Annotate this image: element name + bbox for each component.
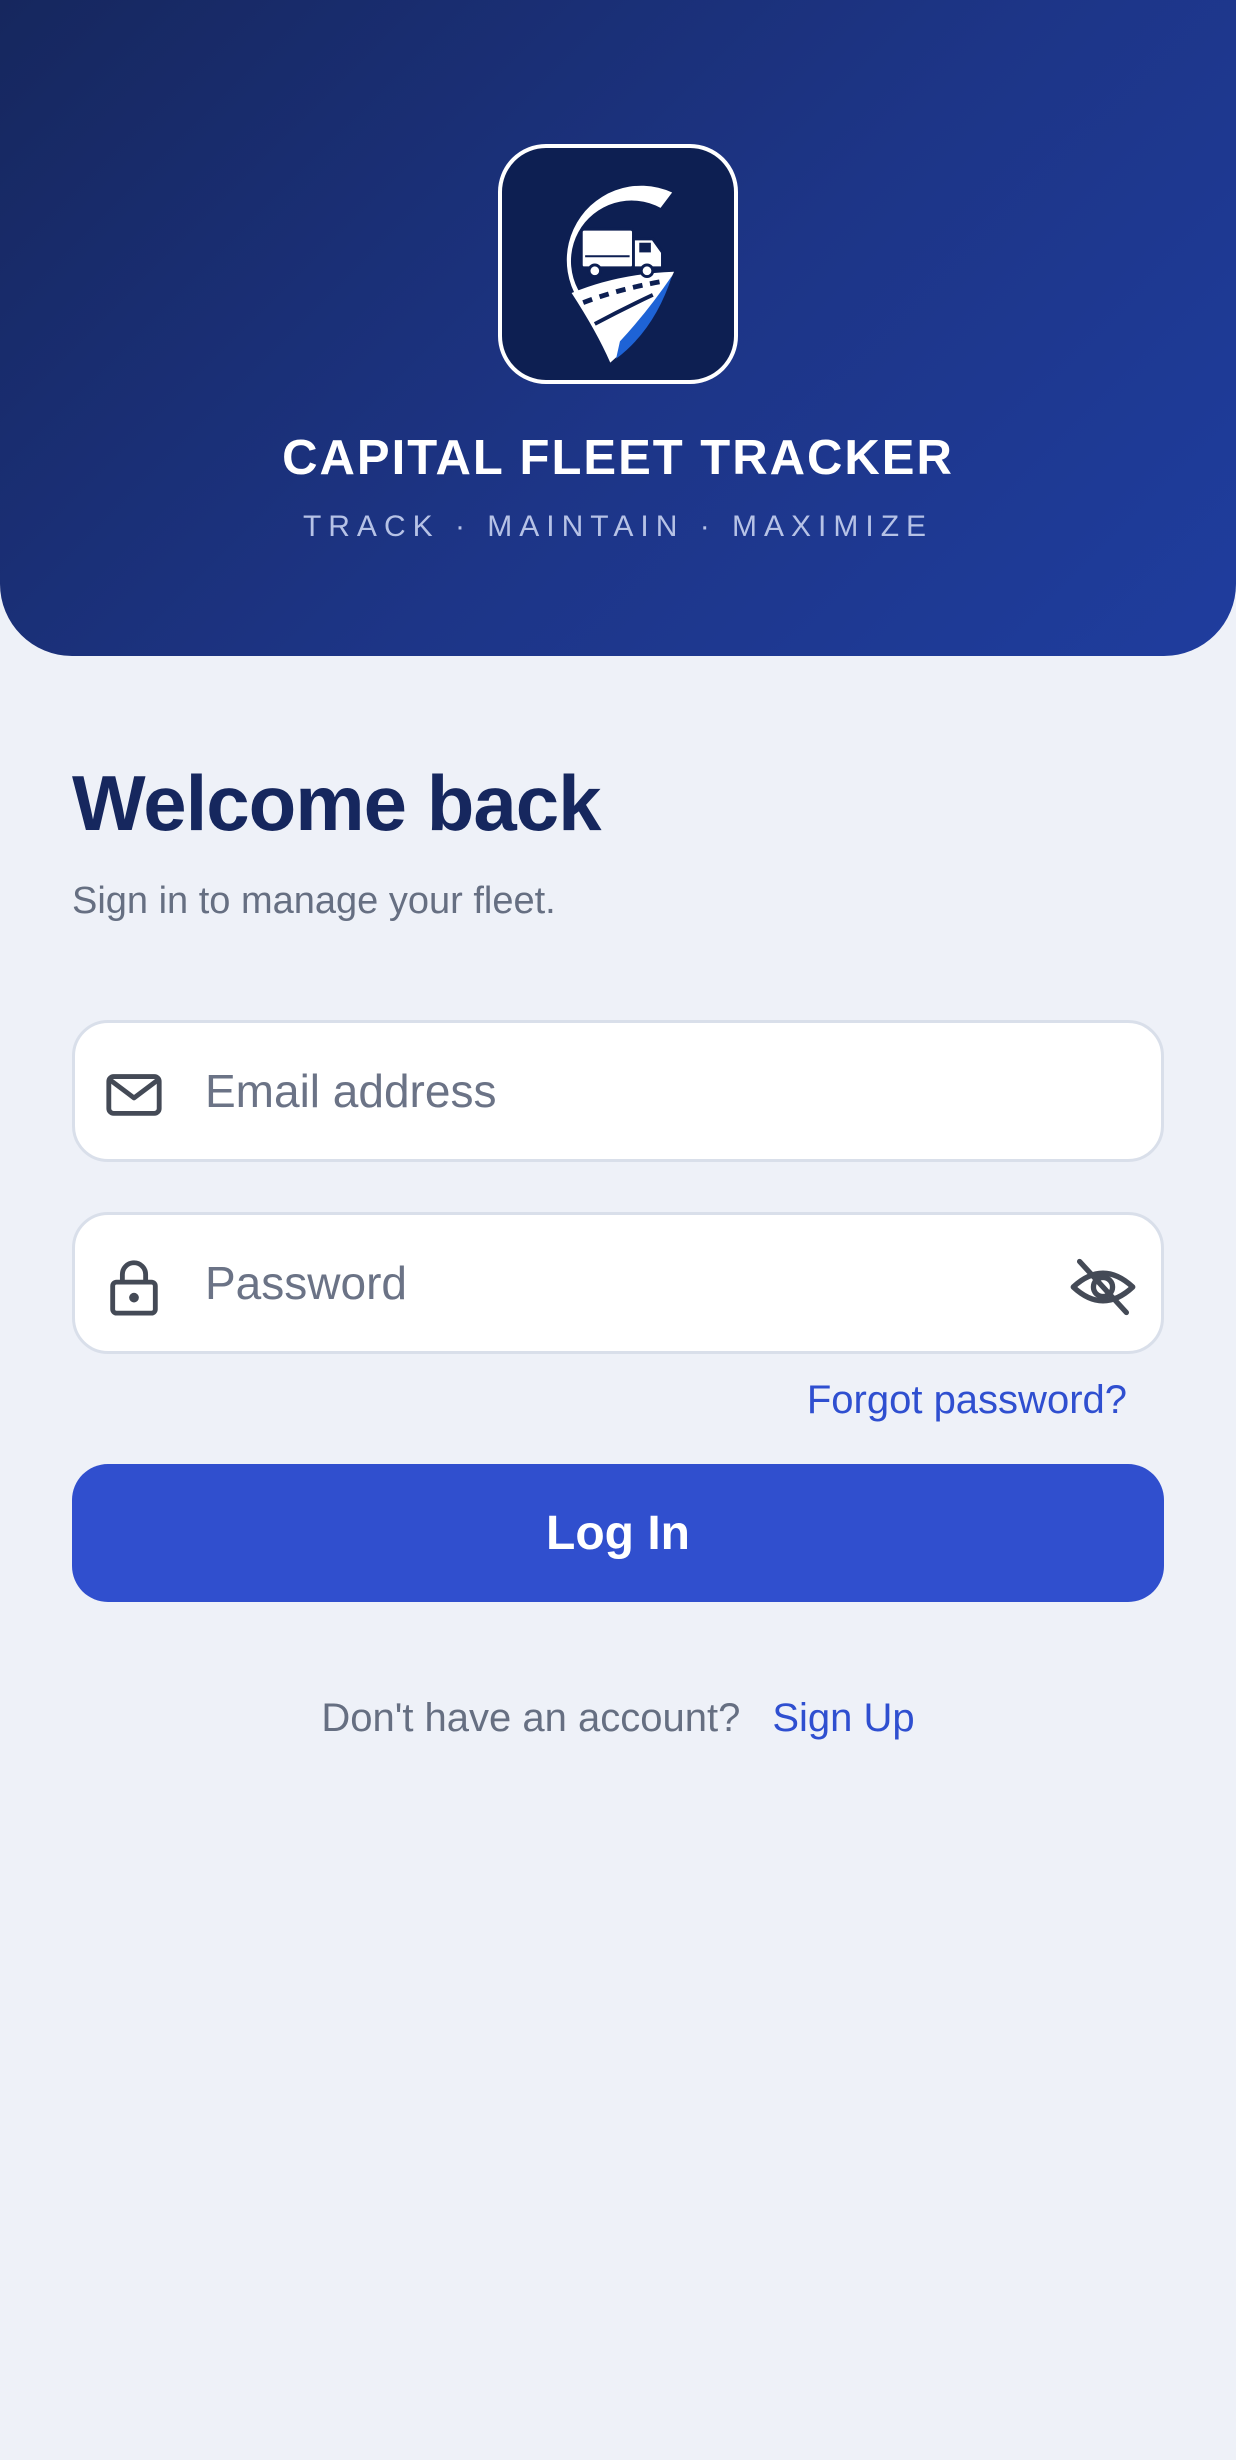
truck-location-pin-logo: [498, 144, 738, 384]
email-field[interactable]: [72, 1020, 1164, 1162]
email-input[interactable]: [205, 1043, 1065, 1139]
login-button[interactable]: Log In: [72, 1464, 1164, 1602]
page-title: Welcome back: [72, 759, 601, 847]
app-tagline: TRACK · MAINTAIN · MAXIMIZE: [302, 510, 934, 543]
password-field[interactable]: [72, 1212, 1164, 1354]
signup-prompt: Don't have an account?: [321, 1696, 741, 1740]
eye-off-icon[interactable]: [1069, 1253, 1137, 1321]
app-name: CAPITAL FLEET TRACKER: [282, 431, 954, 485]
password-input[interactable]: [205, 1235, 1065, 1331]
forgot-password-link[interactable]: Forgot password?: [807, 1378, 1127, 1423]
page-subtitle: Sign in to manage your fleet.: [72, 880, 556, 922]
mail-icon: [103, 1063, 165, 1125]
signup-row: Don't have an account? Sign Up: [0, 1696, 1236, 1741]
app-header: CAPITAL FLEET TRACKER TRACK · MAINTAIN ·…: [0, 0, 1236, 656]
lock-icon: [103, 1255, 165, 1317]
signup-link[interactable]: Sign Up: [772, 1696, 914, 1740]
